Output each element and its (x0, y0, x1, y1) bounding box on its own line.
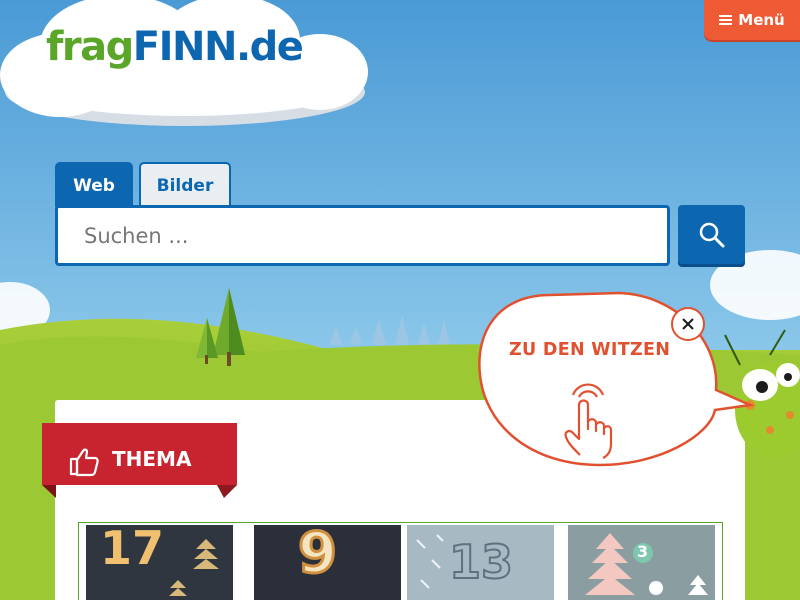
jokes-speech-bubble[interactable] (470, 285, 800, 485)
tile-number: 9 (297, 525, 339, 588)
search-icon (699, 222, 724, 247)
close-icon (682, 318, 694, 330)
search-input[interactable] (58, 208, 667, 263)
tree-illustration (585, 533, 708, 595)
tile-number: 13 (448, 534, 514, 590)
menu-label: Menü (738, 11, 785, 29)
advent-tile-17[interactable]: 17 (86, 525, 233, 600)
hamburger-icon (719, 15, 733, 25)
close-bubble-button[interactable] (671, 307, 705, 341)
search-button[interactable] (678, 205, 745, 264)
site-logo[interactable]: fragFINN.de (46, 24, 304, 70)
tab-bilder[interactable]: Bilder (139, 162, 231, 207)
search-field-wrapper (55, 205, 670, 266)
thumbs-up-icon (69, 448, 99, 477)
logo-part-de: .de (235, 24, 304, 70)
finn-mascot (724, 329, 800, 458)
thema-label: THEMA (112, 447, 192, 471)
tab-bilder-label: Bilder (156, 175, 214, 196)
advent-tile-9[interactable]: 9 (254, 525, 401, 600)
logo-part-frag: frag (46, 24, 134, 70)
logo-part-finn: FINN (132, 24, 238, 70)
jokes-link-label[interactable]: ZU DEN WITZEN (509, 340, 670, 360)
advent-tile-13[interactable]: 13 (407, 525, 554, 600)
tab-web[interactable]: Web (55, 162, 133, 207)
tab-web-label: Web (73, 175, 115, 196)
menu-button[interactable]: Menü (704, 0, 800, 40)
tile-number: 17 (100, 525, 165, 575)
advent-tile-3[interactable]: 3 (568, 525, 715, 600)
tile-number: 3 (637, 542, 649, 561)
